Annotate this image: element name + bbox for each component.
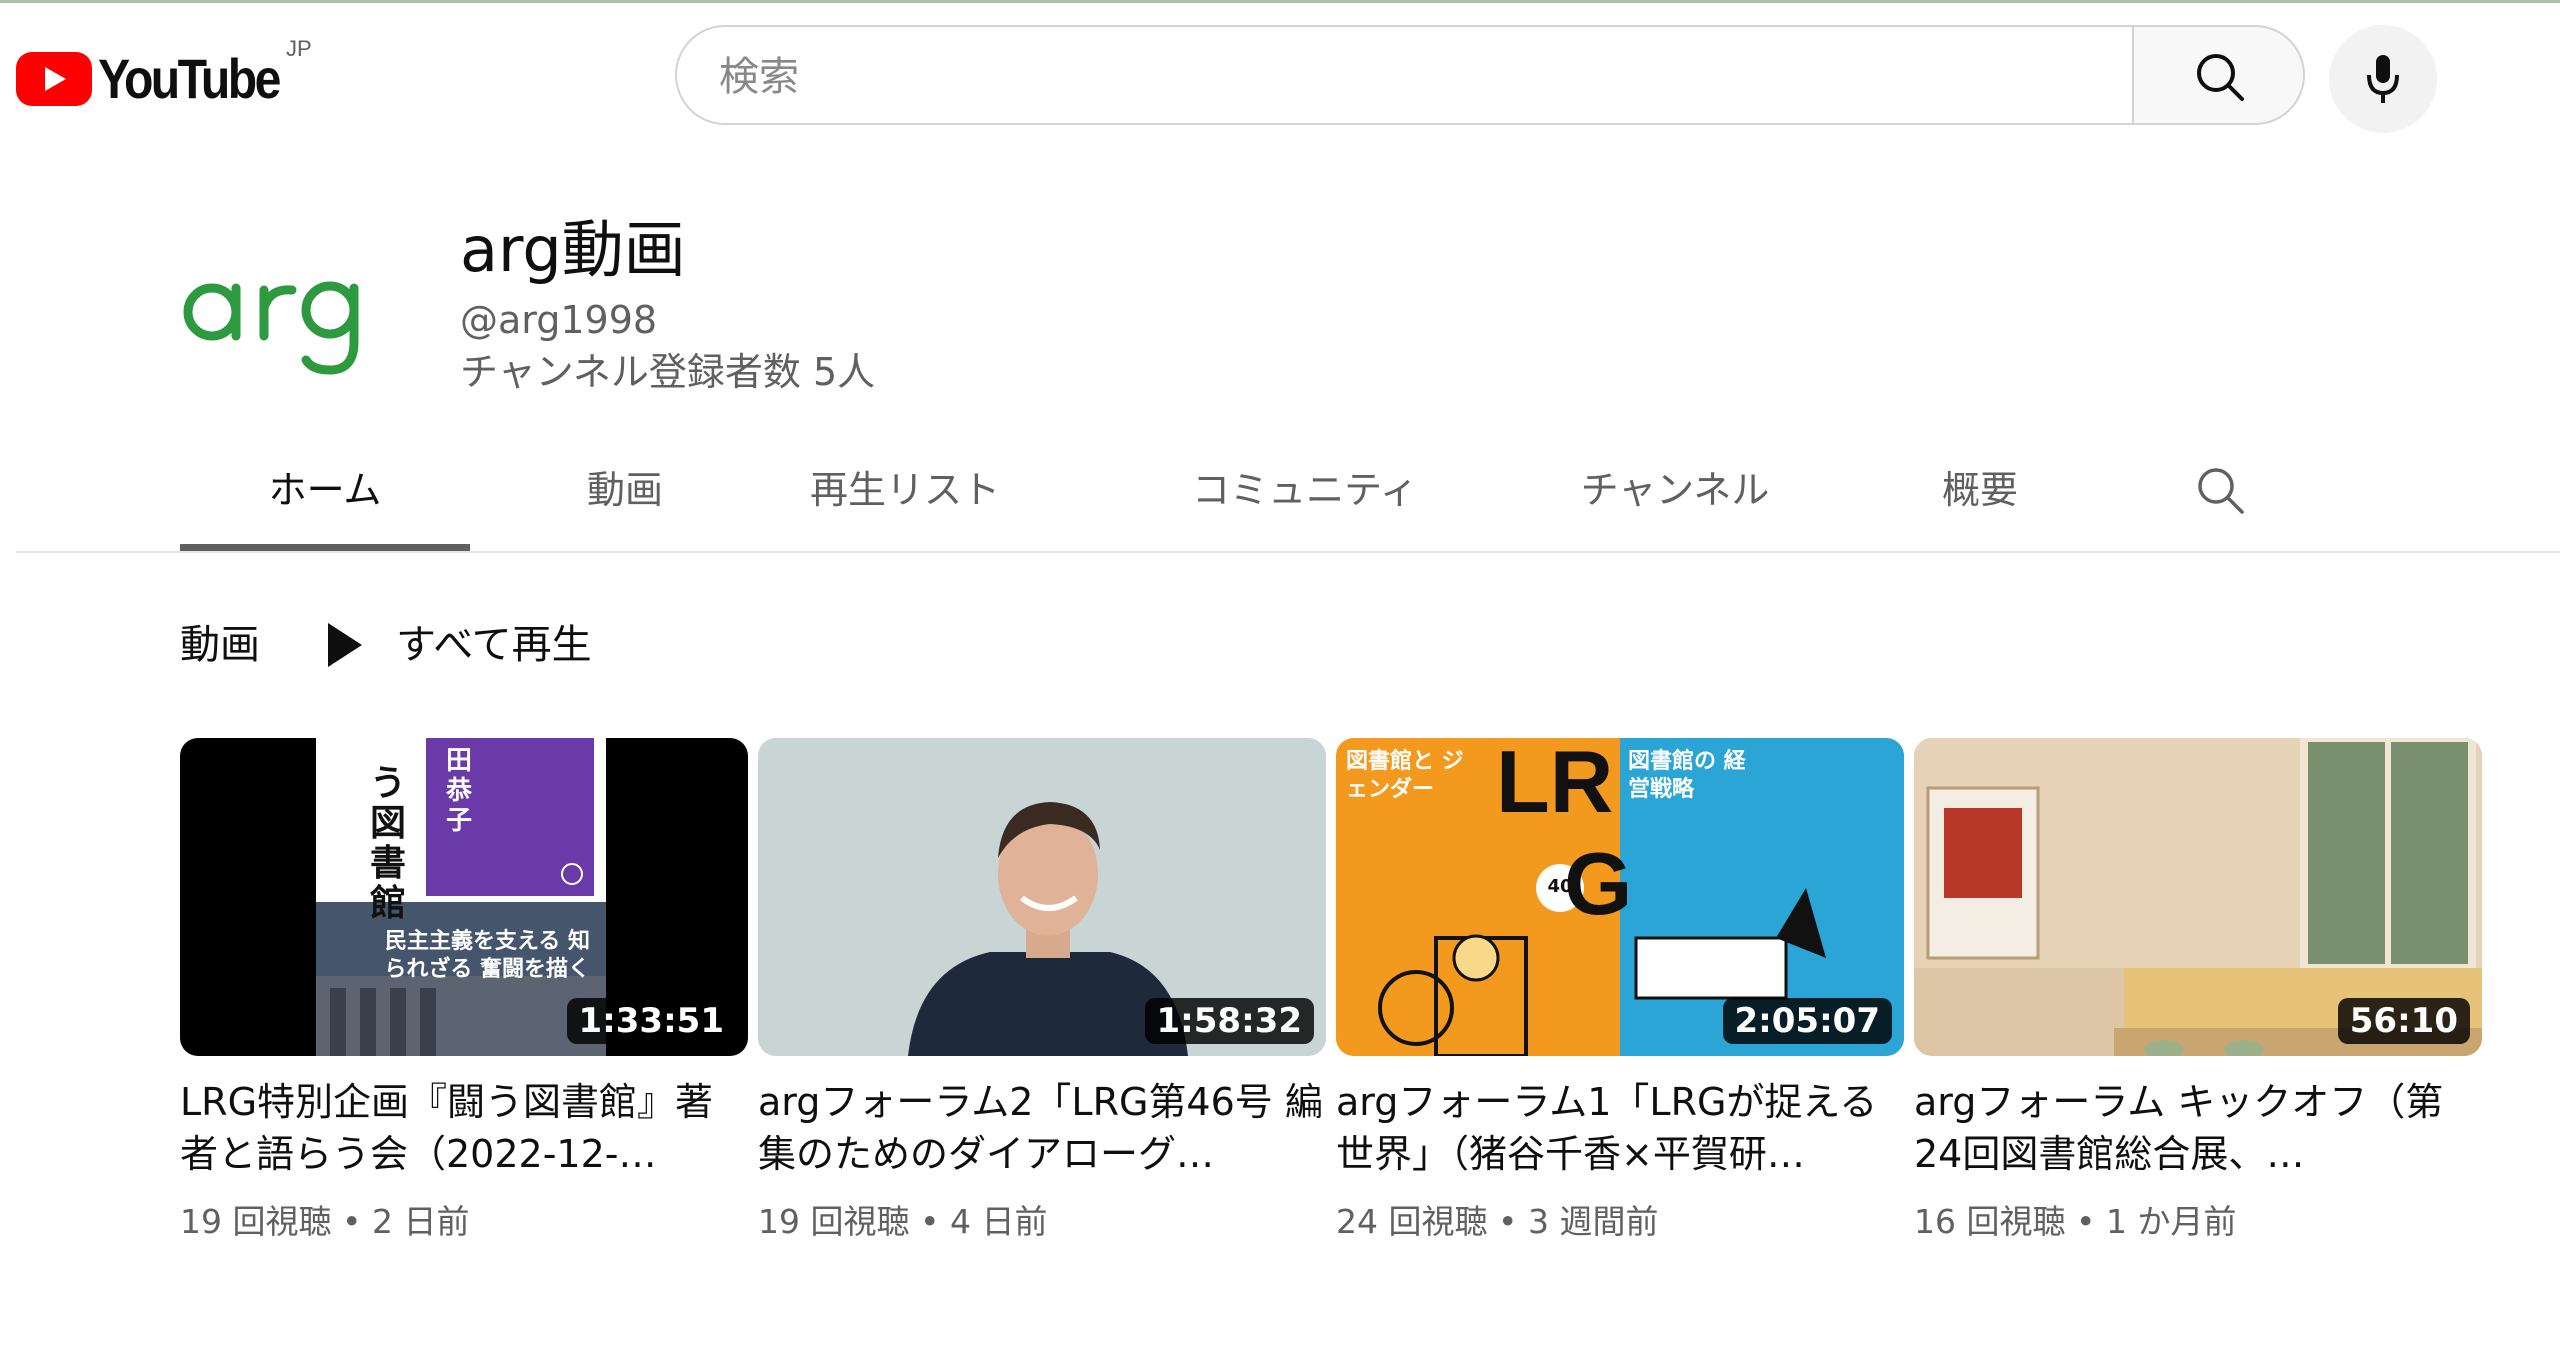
video-meta: 19 回視聴 • 4 日前: [758, 1200, 1326, 1244]
view-count: 19 回視聴: [180, 1202, 332, 1241]
tab-home[interactable]: ホーム: [180, 460, 470, 520]
channel-tabs: ホーム 動画 再生リスト コミュニティ チャンネル 概要: [180, 430, 2380, 551]
channel-avatar[interactable]: [178, 224, 398, 384]
video-title[interactable]: argフォーラム キックオフ（第24回図書館総合展、…: [1914, 1076, 2482, 1180]
upload-age: 2 日前: [371, 1202, 470, 1241]
play-icon: [328, 623, 362, 667]
issue-number: 40: [1547, 876, 1573, 897]
channel-search-button[interactable]: [2190, 460, 2250, 520]
book-subtitle-text: 民主主義を支える 知られざる 奮闘を描く: [384, 929, 590, 982]
upload-age: 4 日前: [949, 1202, 1048, 1241]
arg-logo: [183, 281, 359, 375]
search-box: [675, 25, 2132, 125]
video-meta: 16 回視聴 • 1 か月前: [1914, 1200, 2482, 1244]
search-button[interactable]: [2132, 25, 2305, 125]
region-code: JP: [286, 36, 312, 61]
book-author-text: 田恭子: [446, 746, 473, 836]
play-all-label: すべて再生: [396, 622, 592, 668]
video-title[interactable]: LRG特別企画『闘う図書館』著者と語らう会（2022-12-…: [180, 1076, 748, 1180]
video-duration: 56:10: [2337, 998, 2470, 1044]
voice-search-button[interactable]: [2329, 25, 2437, 133]
channel-handle: @arg1998: [460, 298, 658, 342]
view-count: 19 回視聴: [758, 1202, 910, 1241]
video-thumbnail[interactable]: 1:58:32: [758, 738, 1326, 1056]
video-card[interactable]: 図書館と ジェンダー 図書館の 経営戦略 LR G 40 2:05:07 arg…: [1336, 738, 1904, 1244]
youtube-logo[interactable]: YouTube JP: [16, 36, 312, 110]
meta-separator: •: [1497, 1202, 1518, 1241]
video-card[interactable]: う図書館 田恭子 民主主義を支える 知られざる 奮闘を描く 1:33:51 LR…: [180, 738, 748, 1244]
video-duration: 1:33:51: [566, 998, 736, 1044]
subscriber-count: チャンネル登録者数 5人: [460, 350, 876, 394]
logo-text: YouTube: [98, 47, 281, 110]
tab-about[interactable]: 概要: [1920, 460, 2040, 520]
active-tab-indicator: [180, 544, 470, 551]
view-count: 16 回視聴: [1914, 1202, 2066, 1241]
video-title[interactable]: argフォーラム2「LRG第46号 編集のためのダイアローグ…: [758, 1076, 1326, 1180]
upload-age: 1 か月前: [2105, 1202, 2237, 1241]
channel-name: arg動画: [460, 213, 686, 286]
video-card[interactable]: 56:10 argフォーラム キックオフ（第24回図書館総合展、… 16 回視聴…: [1914, 738, 2482, 1244]
tab-channels[interactable]: チャンネル: [1565, 460, 1785, 520]
search-input[interactable]: [717, 47, 2101, 107]
tab-videos[interactable]: 動画: [550, 460, 700, 520]
meta-separator: •: [341, 1202, 362, 1241]
video-duration: 2:05:07: [1722, 998, 1892, 1044]
tab-community[interactable]: コミュニティ: [1165, 460, 1445, 520]
video-thumbnail[interactable]: 56:10: [1914, 738, 2482, 1056]
mic-icon: [2367, 55, 2399, 103]
view-count: 24 回視聴: [1336, 1202, 1488, 1241]
lrg-logo-text: LR: [1496, 738, 1614, 831]
top-accent-line: [0, 0, 2560, 3]
video-title[interactable]: argフォーラム1「LRGが捉える世界」（猪谷千香×平賀研…: [1336, 1076, 1904, 1180]
meta-separator: •: [919, 1202, 940, 1241]
tabs-divider: [16, 551, 2560, 553]
video-meta: 24 回視聴 • 3 週間前: [1336, 1200, 1904, 1244]
magazine-title-text: 図書館の 経営戦略: [1628, 749, 1746, 802]
magazine-title-text: 図書館と ジェンダー: [1346, 749, 1464, 802]
search-icon: [2198, 468, 2244, 514]
upload-age: 3 週間前: [1527, 1202, 1659, 1241]
youtube-play-icon: [16, 52, 92, 106]
meta-separator: •: [2075, 1202, 2096, 1241]
section-title: 動画: [180, 622, 260, 668]
search-icon: [2197, 54, 2244, 101]
video-meta: 19 回視聴 • 2 日前: [180, 1200, 748, 1244]
video-thumbnail[interactable]: 図書館と ジェンダー 図書館の 経営戦略 LR G 40 2:05:07: [1336, 738, 1904, 1056]
video-duration: 1:58:32: [1144, 998, 1314, 1044]
search-bar: [675, 25, 2437, 133]
tab-playlists[interactable]: 再生リスト: [780, 460, 1030, 520]
book-title-text: う図書館: [370, 763, 407, 924]
video-card[interactable]: 1:58:32 argフォーラム2「LRG第46号 編集のためのダイアローグ… …: [758, 738, 1326, 1244]
video-thumbnail[interactable]: う図書館 田恭子 民主主義を支える 知られざる 奮闘を描く 1:33:51: [180, 738, 748, 1056]
